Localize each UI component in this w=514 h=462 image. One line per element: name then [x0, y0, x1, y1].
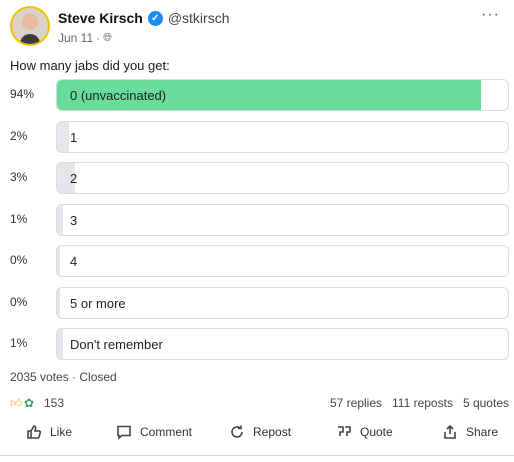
poll-option-percent: 1%	[10, 336, 28, 350]
dragon-reaction-icon: ✿	[24, 396, 35, 410]
poll-option-label: 3	[70, 213, 78, 228]
share-label: Share	[466, 425, 499, 439]
poll-option-fill	[57, 329, 63, 359]
poll-option-label: 1	[70, 130, 78, 145]
poll-option-bar[interactable]: 1	[56, 121, 509, 153]
thumbs-up-icon	[27, 425, 42, 439]
poll-option-percent: 1%	[10, 212, 28, 226]
reactions-count: 153	[44, 396, 65, 410]
thumbs-up-reaction-icon: 👍︎	[10, 396, 23, 410]
poll-option-bar[interactable]: 4	[56, 245, 509, 277]
repost-label: Repost	[253, 425, 292, 439]
poll-option-label: 0 (unvaccinated)	[70, 88, 167, 103]
repost-icon	[231, 425, 243, 438]
post-date[interactable]: Jun 11	[58, 31, 93, 45]
comment-button[interactable]: Comment	[116, 424, 192, 440]
poll-option-percent: 0%	[10, 253, 28, 267]
author-row: Steve Kirsch ✓ @stkirsch	[58, 10, 230, 26]
quote-label: Quote	[360, 425, 393, 439]
action-bar: Like Comment Repost Quote Share	[0, 424, 514, 446]
poll-option[interactable]: 2% 1	[0, 121, 514, 153]
more-options-icon[interactable]: ···	[481, 7, 500, 23]
poll-option[interactable]: 1% 3	[0, 204, 514, 236]
globe-icon: 🌐︎	[103, 31, 112, 44]
poll-option-label: 4	[70, 254, 78, 269]
poll-option-percent: 3%	[10, 170, 28, 184]
post-stats: 👍︎ ✿ 153 57 replies 111 reposts 5 quotes	[10, 396, 509, 412]
poll-option-label: 2	[70, 171, 78, 186]
poll-option[interactable]: 1% Don't remember	[0, 328, 514, 360]
share-icon	[444, 424, 456, 439]
poll-option[interactable]: 0% 5 or more	[0, 287, 514, 319]
quotes-count[interactable]: 5 quotes	[463, 396, 509, 410]
poll-option-label: 5 or more	[70, 296, 126, 311]
replies-count[interactable]: 57 replies	[330, 396, 382, 410]
poll-option-fill	[57, 288, 60, 318]
like-button[interactable]: Like	[26, 424, 72, 440]
poll-option-fill	[57, 246, 60, 276]
poll-option-label: Don't remember	[70, 337, 163, 352]
poll-summary: 2035 votes · Closed	[10, 370, 117, 384]
poll-option-bar[interactable]: 5 or more	[56, 287, 509, 319]
quote-icon	[338, 426, 351, 436]
poll-option-percent: 0%	[10, 295, 28, 309]
poll-option-bar[interactable]: 0 (unvaccinated)	[56, 79, 509, 111]
author-handle[interactable]: @stkirsch	[168, 10, 230, 26]
poll-option-bar[interactable]: 2	[56, 162, 509, 194]
engagement-counts: 57 replies 111 reposts 5 quotes	[330, 396, 509, 410]
reaction-icons: 👍︎ ✿	[10, 396, 38, 410]
like-label: Like	[50, 425, 73, 439]
comment-icon	[117, 425, 131, 440]
poll-option-fill	[57, 122, 69, 152]
reposts-count[interactable]: 111 reposts	[392, 396, 453, 410]
share-button[interactable]: Share	[442, 424, 498, 440]
author-name[interactable]: Steve Kirsch	[58, 10, 143, 26]
poll-question: How many jabs did you get:	[10, 58, 170, 73]
post-header: Steve Kirsch ✓ @stkirsch Jun 11 · 🌐︎ ···	[10, 6, 504, 48]
poll-option-percent: 94%	[10, 87, 35, 101]
repost-button[interactable]: Repost	[229, 424, 291, 440]
comment-label: Comment	[140, 425, 193, 439]
reactions[interactable]: 👍︎ ✿ 153	[10, 396, 64, 410]
quote-button[interactable]: Quote	[336, 424, 393, 440]
poll-option-percent: 2%	[10, 129, 28, 143]
poll-option-fill	[57, 205, 63, 235]
avatar[interactable]	[10, 6, 50, 46]
divider	[0, 455, 514, 456]
verified-check-icon: ✓	[147, 10, 163, 26]
poll-option-bar[interactable]: Don't remember	[56, 328, 509, 360]
poll-option-bar[interactable]: 3	[56, 204, 509, 236]
meta-separator: ·	[96, 31, 101, 45]
post-meta: Jun 11 · 🌐︎	[58, 31, 112, 45]
poll-option[interactable]: 94% 0 (unvaccinated)	[0, 79, 514, 111]
poll-option[interactable]: 0% 4	[0, 245, 514, 277]
poll-option[interactable]: 3% 2	[0, 162, 514, 194]
avatar-image	[12, 8, 48, 44]
